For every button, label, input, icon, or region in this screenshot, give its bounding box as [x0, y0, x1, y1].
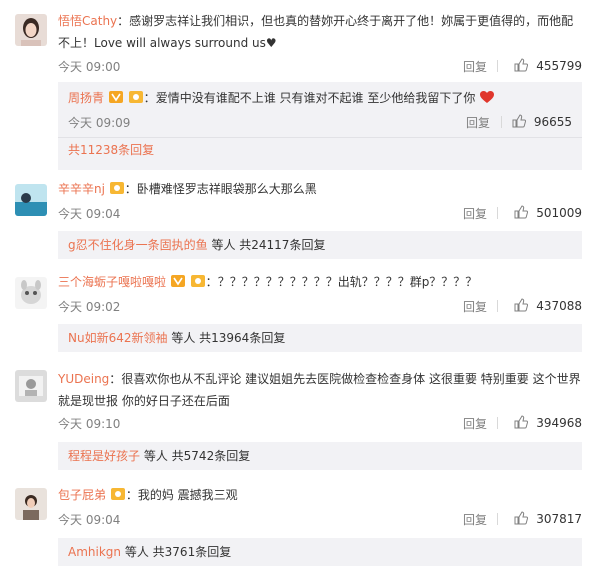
timestamp: 今天 09:00 [58, 60, 121, 74]
timestamp: 今天 09:10 [58, 417, 121, 431]
comment-text: 辛辛辛nj ：卧槽难怪罗志祥眼袋那么大那么黑 [58, 182, 317, 196]
reply-username[interactable]: 程程是好孩子 [68, 449, 140, 463]
reply-count: 等人 共13964条回复 [171, 331, 286, 345]
username-link[interactable]: 包子屁弟 [58, 488, 106, 502]
username-link[interactable]: 周扬青 [68, 91, 104, 105]
thumb-up-icon [514, 205, 529, 222]
reply-button[interactable]: 回复 [463, 58, 487, 75]
reply-count: 等人 共24117条回复 [211, 238, 326, 252]
reply-meta: 今天 09:09 回复 96655 [68, 114, 572, 132]
divider [497, 513, 498, 525]
comment-meta: 今天 09:10 回复 394968 [58, 415, 582, 431]
divider [501, 116, 502, 128]
reply-box: 周扬青 ：爱情中没有谁配不上谁 只有谁对不起谁 至少他给我留下了你 今天 09:… [58, 82, 582, 170]
timestamp: 今天 09:09 [68, 116, 131, 130]
divider [497, 417, 498, 429]
like-button[interactable]: 455799 [514, 58, 582, 75]
like-count: 96655 [533, 115, 572, 129]
username-link[interactable]: YUDeing [58, 372, 109, 386]
avatar[interactable] [15, 488, 47, 520]
avatar[interactable] [15, 184, 47, 216]
comment-text: 包子屁弟 ：我的妈 震撼我三观 [58, 488, 238, 502]
reply-count: 等人 共5742条回复 [143, 449, 251, 463]
comment-meta: 今天 09:02 回复 437088 [58, 298, 582, 314]
thumb-up-icon [514, 415, 529, 432]
like-count: 437088 [536, 299, 582, 313]
like-count: 455799 [536, 59, 582, 73]
like-count: 307817 [536, 512, 582, 526]
member-badge-icon [170, 275, 185, 287]
reply-username[interactable]: Nu如新642新领袖 [68, 331, 168, 345]
member-badge-icon [190, 275, 205, 287]
timestamp: 今天 09:04 [58, 207, 121, 221]
divider [497, 300, 498, 312]
comment-content: 我的妈 震撼我三观 [137, 488, 238, 502]
divider [497, 60, 498, 72]
red-heart-icon [479, 90, 495, 110]
reply-box: Nu如新642新领袖 等人 共13964条回复 [58, 324, 582, 352]
avatar[interactable] [15, 14, 47, 46]
avatar[interactable] [15, 370, 47, 402]
reply-button[interactable]: 回复 [463, 298, 487, 315]
reply-text: 周扬青 ：爱情中没有谁配不上谁 只有谁对不起谁 至少他给我留下了你 [68, 88, 572, 110]
reply-button[interactable]: 回复 [463, 415, 487, 432]
comment-content: 感谢罗志祥让我们相识，但也真的替妳开心终于离开了他！妳属于更值得的，而他配不上！… [58, 14, 574, 50]
more-replies-link[interactable]: 共11238条回复 [58, 142, 154, 158]
like-button[interactable]: 437088 [514, 298, 582, 315]
comment-text: 三个海蛎子嘎啦嘎啦 ：？？？？？？？？？？出轨？？？？群p？？？？ [58, 275, 478, 289]
more-replies-link[interactable]: Amhikgn 等人 共3761条回复 [58, 544, 231, 560]
comment-text: 悟悟Cathy：感谢罗志祥让我们相识，但也真的替妳开心终于离开了他！妳属于更值得… [58, 14, 574, 50]
reply-username[interactable]: g忍不住化身一条固执的鱼 [68, 238, 208, 252]
like-button[interactable]: 307817 [514, 511, 582, 528]
member-badge-icon [128, 91, 143, 103]
divider [497, 207, 498, 219]
thumb-up-icon [512, 114, 526, 131]
comment-text: YUDeing：很喜欢你也从不乱评论 建议姐姐先去医院做检查检查身体 这很重要 … [58, 372, 581, 408]
username-link[interactable]: 三个海蛎子嘎啦嘎啦 [58, 275, 166, 289]
comment-meta: 今天 09:04 回复 501009 [58, 205, 582, 221]
like-count: 394968 [536, 416, 582, 430]
more-replies-link[interactable]: Nu如新642新领袖 等人 共13964条回复 [58, 330, 285, 346]
timestamp: 今天 09:04 [58, 513, 121, 527]
username-link[interactable]: 辛辛辛nj [58, 182, 105, 196]
avatar[interactable] [15, 277, 47, 309]
comment-content: ？？？？？？？？？？出轨？？？？群p？？？？ [217, 275, 478, 289]
timestamp: 今天 09:02 [58, 300, 121, 314]
member-badge-icon [110, 488, 125, 500]
reply-button[interactable]: 回复 [463, 205, 487, 222]
thumb-up-icon [514, 511, 529, 528]
thumb-up-icon [514, 298, 529, 315]
reply-box: Amhikgn 等人 共3761条回复 [58, 538, 582, 566]
like-button[interactable]: 394968 [514, 415, 582, 432]
comment-content: 卧槽难怪罗志祥眼袋那么大那么黑 [136, 182, 317, 196]
member-badge-icon [108, 91, 123, 103]
reply-box: 程程是好孩子 等人 共5742条回复 [58, 442, 582, 470]
reply-username[interactable]: Amhikgn [68, 545, 121, 559]
comment-content: 很喜欢你也从不乱评论 建议姐姐先去医院做检查检查身体 这很重要 特别重要 这个世… [58, 372, 581, 408]
username-link[interactable]: 悟悟Cathy [58, 14, 117, 28]
reply-count: 等人 共3761条回复 [124, 545, 232, 559]
divider [58, 137, 582, 138]
reply-box: g忍不住化身一条固执的鱼 等人 共24117条回复 [58, 231, 582, 259]
comment-meta: 今天 09:00 回复 455799 [58, 58, 582, 74]
more-replies-link[interactable]: 程程是好孩子 等人 共5742条回复 [58, 448, 250, 464]
reply-button[interactable]: 回复 [463, 511, 487, 528]
like-button[interactable]: 501009 [514, 205, 582, 222]
reply-button[interactable]: 回复 [466, 114, 490, 131]
comment-meta: 今天 09:04 回复 307817 [58, 511, 582, 527]
reply-content: 爱情中没有谁配不上谁 只有谁对不起谁 至少他给我留下了你 [155, 91, 476, 105]
like-count: 501009 [536, 206, 582, 220]
thumb-up-icon [514, 58, 529, 75]
more-replies-link[interactable]: g忍不住化身一条固执的鱼 等人 共24117条回复 [58, 237, 325, 253]
member-badge-icon [109, 182, 124, 194]
like-button[interactable]: 96655 [512, 114, 572, 131]
